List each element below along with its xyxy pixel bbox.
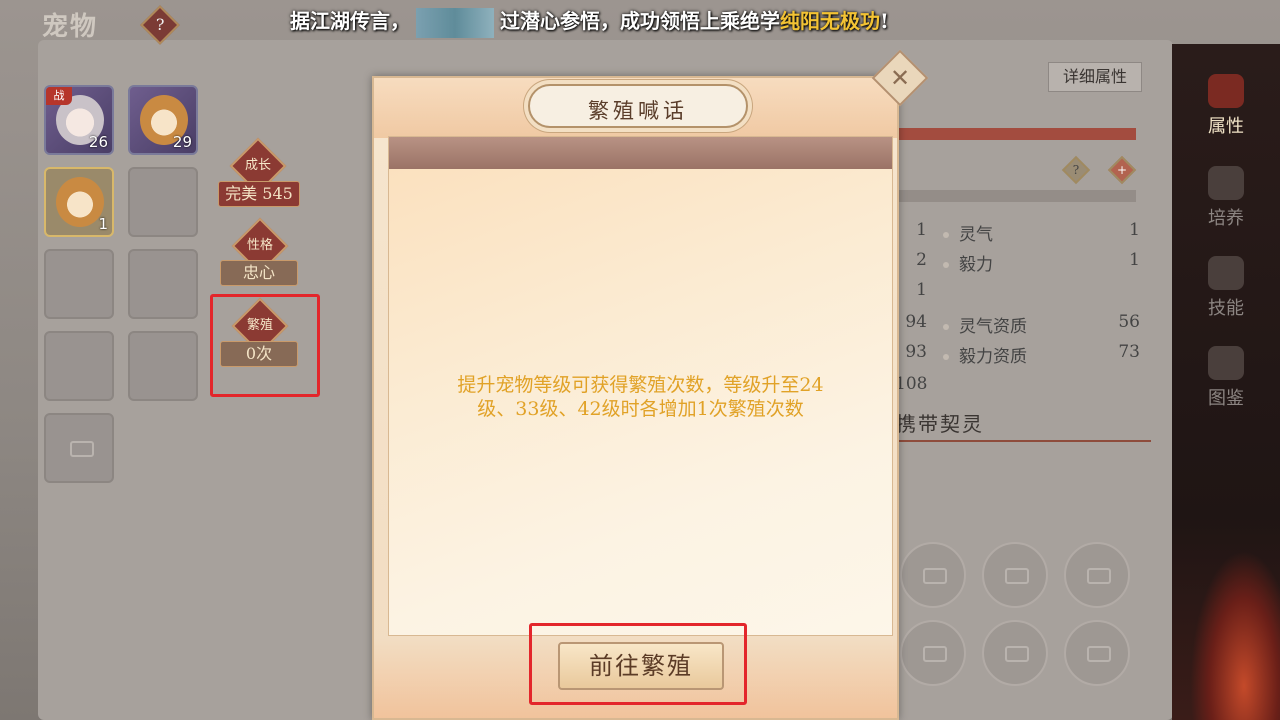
pet-slot-empty[interactable]: [128, 249, 198, 319]
pet-slot-3-selected[interactable]: 1: [44, 167, 114, 237]
spirit-slot-locked[interactable]: [900, 620, 966, 686]
lock-icon: [923, 568, 947, 584]
progress-bar: [898, 128, 1136, 140]
redacted-player-name: [416, 7, 494, 38]
page-title: 宠物: [42, 12, 99, 42]
pet-slot-empty[interactable]: [44, 249, 114, 319]
pet-slot-locked[interactable]: [44, 413, 114, 483]
spirit-slot-locked[interactable]: [1064, 542, 1130, 608]
attribute-row: 1 灵气 1: [916, 220, 1140, 245]
system-announcement: 据江湖传言， 过潜心参悟，成功领悟上乘绝学纯阳无极功!: [290, 5, 1050, 38]
announcement-suffix: !: [880, 9, 889, 33]
pet-slot-empty[interactable]: [128, 331, 198, 401]
detail-attributes-button[interactable]: 详细属性: [1048, 62, 1142, 92]
dialog-content-frame: 提升宠物等级可获得繁殖次数，等级升至24级、33级、42级时各增加1次繁殖次数: [388, 136, 893, 636]
attribute-row: 94 灵气资质 56: [905, 312, 1140, 337]
paw-icon: [1208, 74, 1244, 108]
pet-slot-1[interactable]: 战 26: [44, 85, 114, 155]
lock-icon: [1005, 646, 1029, 662]
attribute-row: 2 毅力 1: [916, 250, 1140, 275]
divider-bar: [898, 190, 1136, 202]
pet-level: 1: [98, 215, 108, 233]
personality-value: 忠心: [220, 260, 298, 286]
lock-icon: [1087, 568, 1111, 584]
lock-icon: [1087, 646, 1111, 662]
pet-avatar: [56, 177, 104, 227]
content-header-bar: [389, 137, 892, 169]
nav-skills[interactable]: 技能: [1172, 256, 1280, 320]
attribute-row: 108: [895, 374, 928, 394]
spirit-slot-locked[interactable]: [982, 542, 1048, 608]
nav-handbook[interactable]: 图鉴: [1172, 346, 1280, 410]
dialog-message: 提升宠物等级可获得繁殖次数，等级升至24级、33级、42级时各增加1次繁殖次数: [457, 374, 824, 420]
carry-spirit-title: 携带契灵: [896, 412, 984, 436]
scroll-icon: [1208, 256, 1244, 290]
pet-slot-2[interactable]: 29: [128, 85, 198, 155]
pet-slot-empty[interactable]: [128, 167, 198, 237]
lock-icon: [70, 441, 94, 457]
side-navigation: 属性 培养 技能 图鉴: [1172, 44, 1280, 720]
dialog-title-plate: 繁殖喊话: [528, 84, 748, 128]
attribute-row: 93 毅力资质 73: [905, 342, 1140, 367]
announcement-middle: 过潜心参悟，成功领悟上乘绝学: [500, 9, 780, 33]
breed-highlight-box: [210, 294, 320, 397]
spirit-slot-locked[interactable]: [900, 542, 966, 608]
lock-icon: [1005, 568, 1029, 584]
growth-value: 完美 545: [218, 181, 300, 207]
spirit-slot-locked[interactable]: [1064, 620, 1130, 686]
cultivate-icon: [1208, 166, 1244, 200]
spirit-slot-locked[interactable]: [982, 620, 1048, 686]
announcement-prefix: 据江湖传言，: [290, 9, 410, 33]
attribute-row: 1: [916, 280, 927, 300]
nav-cultivate[interactable]: 培养: [1172, 166, 1280, 230]
announcement-skill: 纯阳无极功: [780, 9, 880, 33]
lock-icon: [923, 646, 947, 662]
book-icon: [1208, 346, 1244, 380]
pet-slot-empty[interactable]: [44, 331, 114, 401]
battle-badge: 战: [46, 87, 72, 105]
nav-attributes[interactable]: 属性: [1172, 74, 1280, 138]
pet-level: 29: [172, 133, 192, 151]
flame-decoration: [1190, 550, 1280, 720]
carry-divider: [896, 440, 1151, 442]
pet-level: 26: [88, 133, 108, 151]
button-highlight-box: [529, 623, 747, 705]
dialog-title: 繁殖喊话: [588, 99, 688, 123]
